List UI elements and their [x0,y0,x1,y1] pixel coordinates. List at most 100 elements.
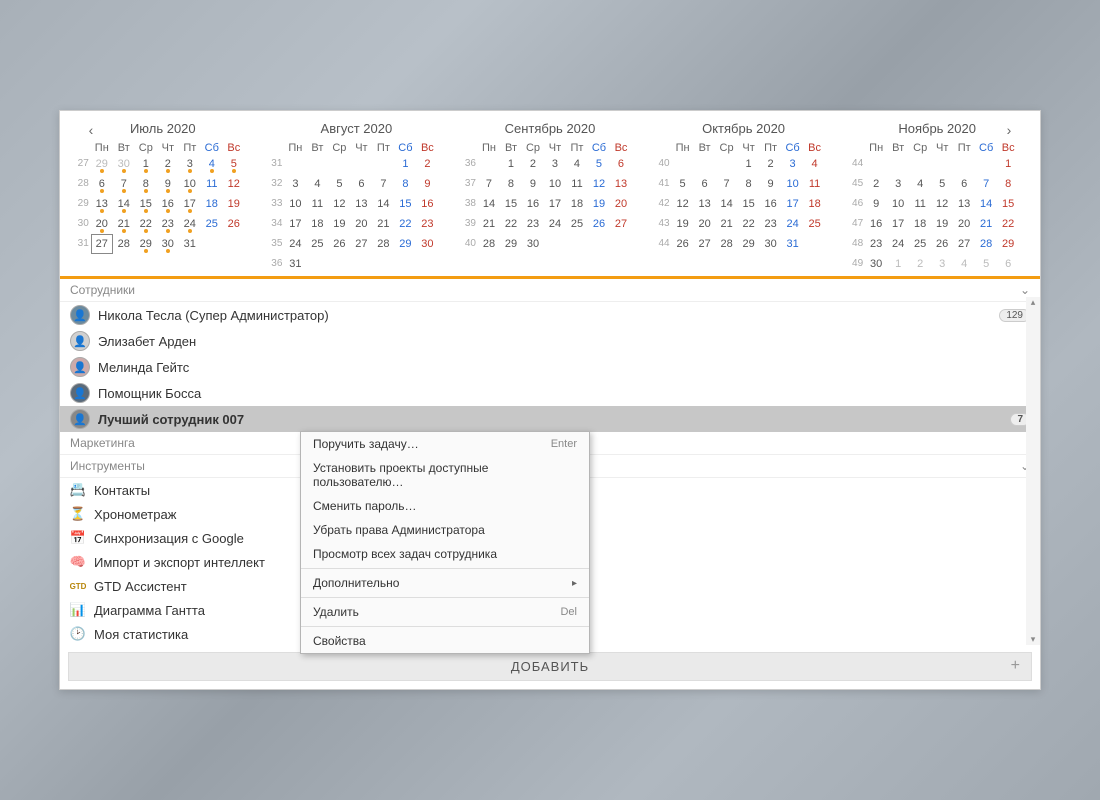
calendar-day[interactable]: 19 [588,194,610,214]
calendar-day[interactable]: 18 [201,194,223,214]
calendar-day[interactable]: 24 [544,214,566,234]
calendar-day[interactable]: 27 [953,234,975,254]
context-menu-item[interactable]: Установить проекты доступные пользовател… [301,456,589,494]
calendar-day[interactable]: 8 [394,174,416,194]
calendar-day[interactable]: 4 [566,154,588,174]
calendar-day[interactable]: 17 [179,194,201,214]
calendar-day[interactable]: 14 [113,194,135,214]
calendar-day[interactable]: 10 [887,194,909,214]
calendar-day[interactable]: 30 [113,154,135,174]
calendar-day[interactable]: 23 [157,214,179,234]
calendar-day[interactable]: 10 [179,174,201,194]
calendar-day[interactable]: 16 [416,194,438,214]
calendar-day[interactable]: 31 [284,254,306,274]
calendar-day[interactable]: 12 [223,174,245,194]
calendar-day[interactable]: 1 [887,254,909,274]
calendar-day[interactable]: 25 [804,214,826,234]
context-menu-item[interactable]: Сменить пароль… [301,494,589,518]
calendar-day[interactable]: 3 [782,154,804,174]
calendar-day[interactable]: 3 [544,154,566,174]
calendar-day[interactable]: 15 [738,194,760,214]
calendar-day[interactable]: 1 [394,154,416,174]
calendar-day[interactable]: 18 [804,194,826,214]
calendar-day[interactable]: 20 [694,214,716,234]
calendar-day[interactable]: 20 [350,214,372,234]
calendar-day[interactable]: 20 [91,214,113,234]
calendar-day[interactable]: 9 [522,174,544,194]
calendar-day[interactable]: 3 [284,174,306,194]
calendar-day[interactable]: 29 [738,234,760,254]
calendar-day[interactable]: 10 [544,174,566,194]
calendar-day[interactable]: 19 [223,194,245,214]
calendar-day[interactable]: 12 [672,194,694,214]
calendar-day[interactable]: 29 [500,234,522,254]
calendar-day[interactable]: 22 [135,214,157,234]
calendar-day[interactable]: 20 [953,214,975,234]
calendar-day[interactable]: 24 [284,234,306,254]
calendar-day[interactable]: 24 [782,214,804,234]
calendar-day[interactable]: 1 [500,154,522,174]
calendar-day[interactable]: 15 [500,194,522,214]
calendar-day[interactable]: 1 [997,154,1019,174]
calendar-day[interactable]: 4 [306,174,328,194]
calendar-day[interactable]: 26 [588,214,610,234]
calendar-day[interactable]: 23 [416,214,438,234]
calendar-day[interactable]: 24 [179,214,201,234]
calendar-day[interactable]: 16 [522,194,544,214]
calendar-day[interactable]: 7 [113,174,135,194]
calendar-day[interactable]: 7 [975,174,997,194]
calendar-day[interactable]: 11 [909,194,931,214]
calendar-day[interactable]: 8 [738,174,760,194]
calendar-day[interactable]: 5 [328,174,350,194]
calendar-day[interactable]: 16 [865,214,887,234]
calendar-day[interactable]: 14 [478,194,500,214]
calendar-day[interactable]: 5 [223,154,245,174]
context-menu-item[interactable]: Просмотр всех задач сотрудника [301,542,589,566]
calendar-day[interactable]: 19 [931,214,953,234]
calendar-day[interactable]: 13 [91,194,113,214]
calendar-day[interactable]: 17 [782,194,804,214]
calendar-day[interactable]: 27 [91,234,113,254]
calendar-day[interactable]: 12 [328,194,350,214]
context-menu-item[interactable]: УдалитьDel [301,600,589,624]
calendar-day[interactable]: 14 [372,194,394,214]
calendar-day[interactable]: 4 [201,154,223,174]
calendar-day[interactable]: 30 [416,234,438,254]
employee-row[interactable]: 👤Элизабет Арден [60,328,1040,354]
calendar-day[interactable]: 31 [782,234,804,254]
calendar-day[interactable]: 13 [953,194,975,214]
context-menu-item[interactable]: Убрать права Администратора [301,518,589,542]
calendar-day[interactable]: 26 [328,234,350,254]
calendar-day[interactable]: 28 [113,234,135,254]
calendar-day[interactable]: 6 [997,254,1019,274]
calendar-day[interactable]: 18 [306,214,328,234]
calendar-day[interactable]: 9 [865,194,887,214]
calendar-day[interactable]: 2 [760,154,782,174]
calendar-day[interactable]: 27 [694,234,716,254]
calendar-day[interactable]: 22 [997,214,1019,234]
calendar-day[interactable]: 15 [135,194,157,214]
calendar-day[interactable]: 14 [716,194,738,214]
calendar-day[interactable]: 7 [716,174,738,194]
employee-row[interactable]: 👤Мелинда Гейтс [60,354,1040,380]
calendar-day[interactable]: 25 [306,234,328,254]
calendar-day[interactable]: 8 [500,174,522,194]
calendar-day[interactable]: 25 [566,214,588,234]
add-button[interactable]: ДОБАВИТЬ + [68,652,1032,681]
calendar-day[interactable]: 8 [997,174,1019,194]
calendar-day[interactable]: 30 [157,234,179,254]
calendar-day[interactable]: 28 [975,234,997,254]
calendar-day[interactable]: 16 [157,194,179,214]
calendar-day[interactable]: 28 [478,234,500,254]
calendar-day[interactable]: 9 [416,174,438,194]
calendar-day[interactable]: 22 [500,214,522,234]
calendar-day[interactable]: 3 [179,154,201,174]
calendar-day[interactable]: 26 [223,214,245,234]
context-menu-item[interactable]: Дополнительно [301,571,589,595]
context-menu-item[interactable]: Свойства [301,629,589,653]
employee-row[interactable]: 👤Лучший сотрудник 0077 [60,406,1040,432]
calendar-day[interactable]: 10 [284,194,306,214]
calendar-day[interactable]: 31 [179,234,201,254]
calendar-day[interactable]: 27 [350,234,372,254]
calendar-day[interactable]: 28 [716,234,738,254]
